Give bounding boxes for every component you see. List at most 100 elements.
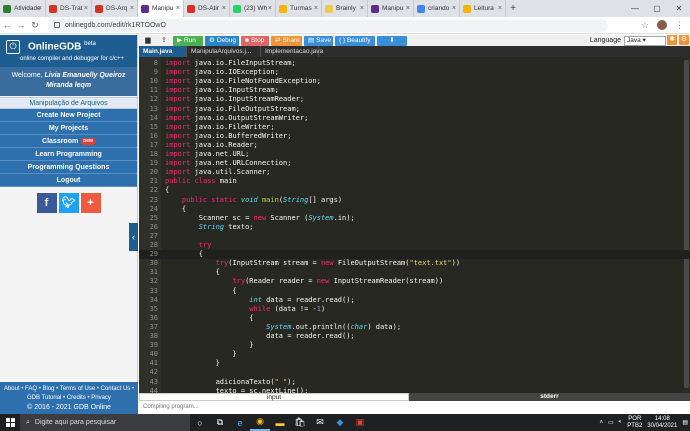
profile-avatar[interactable] <box>657 20 667 30</box>
plus-share-icon[interactable]: + <box>80 193 101 213</box>
close-tab-icon[interactable]: × <box>38 5 42 12</box>
forward-icon[interactable]: → <box>14 20 28 30</box>
reload-icon[interactable]: ↻ <box>28 20 42 31</box>
upload-file-icon[interactable]: ⇪ <box>157 36 171 45</box>
code-line: 8 import java.io.FileInputStream; <box>139 59 690 68</box>
code-text: } <box>165 350 237 359</box>
facebook-icon[interactable]: f <box>36 193 57 213</box>
twitter-icon[interactable]: 🐦︎ <box>58 193 79 213</box>
line-number: 8 <box>153 59 158 67</box>
programming-questions-link[interactable]: Programming Questions <box>0 161 137 174</box>
browser-tab[interactable]: DS-Atir × <box>184 0 230 17</box>
new-tab-button[interactable]: + <box>506 0 520 17</box>
stop-button[interactable]: ■ Stop <box>241 35 269 46</box>
new-file-icon[interactable]: ▆ <box>141 36 155 45</box>
close-tab-icon[interactable]: × <box>360 5 364 12</box>
clock[interactable]: 14:08 30/04/2021 <box>647 416 677 430</box>
network-icon[interactable]: ▭ <box>608 419 614 426</box>
cortana-icon[interactable]: ○ <box>190 414 210 431</box>
taskbar-search[interactable]: ⌕ Digite aqui para pesquisar <box>20 414 190 431</box>
close-tab-icon[interactable]: × <box>84 5 88 12</box>
browser-tab[interactable]: Brainly × <box>322 0 368 17</box>
code-text: { <box>165 268 220 277</box>
windows-taskbar: ⌕ Digite aqui para pesquisar ○ ⧉ e ◉ ▬ 🛍… <box>0 414 690 431</box>
browser-tab[interactable]: (23) Wh × <box>230 0 276 17</box>
store-icon[interactable]: 🛍︎ <box>290 414 310 431</box>
close-tab-icon[interactable]: × <box>268 5 272 12</box>
input-tab[interactable]: input <box>139 393 409 401</box>
logo[interactable]: ⏻ OnlineGDB beta online compiler and deb… <box>0 35 137 67</box>
code-line: 15 import java.io.FileWriter; <box>139 123 690 132</box>
settings-gear-icon[interactable]: ✱ <box>667 35 677 45</box>
keyboard-language[interactable]: POR PTB2 <box>627 416 642 430</box>
browser-tab[interactable]: Atividade × <box>0 0 46 17</box>
close-tab-icon[interactable]: × <box>452 5 456 12</box>
close-window-button[interactable]: ✕ <box>668 0 690 17</box>
task-view-icon[interactable]: ⧉ <box>210 414 230 431</box>
code-text: data = reader.read(); <box>165 332 355 340</box>
editor-toolbar: ▆ ⇪ ▶ Run ⚙ Debug ■ Stop ⇄ Share ▤ Save { } B… <box>139 35 690 46</box>
tray-chevron-icon[interactable]: ˄ <box>599 420 603 426</box>
my-projects-link[interactable]: My Projects <box>0 122 137 135</box>
browser-tab[interactable]: Manipu × <box>368 0 414 17</box>
tab-manipula-arquivos[interactable]: ManipulaArquivos.j... <box>187 46 261 57</box>
chrome-icon[interactable]: ◉ <box>250 414 270 431</box>
code-line: 9 import java.io.IOException; <box>139 68 690 77</box>
new-badge: new <box>81 137 95 145</box>
share-button[interactable]: ⇄ Share <box>271 35 302 46</box>
close-tab-icon[interactable]: × <box>498 5 502 12</box>
favicon-icon <box>233 4 241 13</box>
code-line: 19 import java.net.URLConnection; <box>139 159 690 168</box>
run-button[interactable]: ▶ Run <box>173 35 203 46</box>
browser-tab-label: Manipu <box>382 5 404 12</box>
tab-implementacao[interactable]: Implementacao.java <box>261 46 323 57</box>
close-tab-icon[interactable]: × <box>176 5 180 12</box>
browser-tab[interactable]: DS-Trat × <box>46 0 92 17</box>
dropbox-icon[interactable]: ◆ <box>330 414 350 431</box>
browser-tab[interactable]: criando × <box>414 0 460 17</box>
collapse-sidebar-icon[interactable]: ‹ <box>129 223 138 251</box>
language-select[interactable]: Java ▾ <box>624 35 666 46</box>
close-tab-icon[interactable]: × <box>406 5 410 12</box>
close-tab-icon[interactable]: × <box>130 5 134 12</box>
browser-tab[interactable]: Manipu × <box>138 0 184 17</box>
code-editor[interactable]: 8 import java.io.FileInputStream; 9 import … <box>139 57 690 393</box>
maximize-button[interactable]: ▢ <box>646 0 668 17</box>
close-tab-icon[interactable]: × <box>314 5 318 12</box>
logo-title: OnlineGDB beta <box>28 41 96 52</box>
lang-line1: POR <box>628 415 642 422</box>
classroom-link[interactable]: Classroom new <box>0 135 137 148</box>
debug-button[interactable]: ⚙ Debug <box>205 35 239 46</box>
download-button[interactable]: ⬇ <box>377 35 407 46</box>
back-icon[interactable]: ← <box>0 20 14 30</box>
mail-icon[interactable]: ✉ <box>310 414 330 431</box>
learn-programming-link[interactable]: Learn Programming <box>0 148 137 161</box>
volume-icon[interactable]: 🔈︎ <box>619 419 623 426</box>
options-gear-icon[interactable]: ⚙ <box>679 35 689 45</box>
language-value: Java <box>627 36 641 44</box>
tab-main-java[interactable]: Main.java <box>139 46 187 57</box>
footer-links-2[interactable]: GDB Tutorial • Credits • Privacy <box>0 394 138 403</box>
logout-link[interactable]: Logout <box>0 174 137 187</box>
notifications-icon[interactable]: ▤ <box>682 419 688 426</box>
save-button[interactable]: ▤ Save <box>304 35 333 46</box>
menu-dots-icon[interactable]: ⋮ <box>675 20 684 31</box>
edge-icon[interactable]: e <box>230 414 250 431</box>
browser-tab[interactable]: Leitura × <box>460 0 506 17</box>
minimize-button[interactable]: — <box>624 0 646 17</box>
url-field[interactable]: onlinegdb.com/edit/rk1RTOOwO <box>48 18 608 32</box>
footer-links[interactable]: About • FAQ • Blog • Terms of Use • Cont… <box>0 385 138 394</box>
stderr-tab[interactable]: stderr <box>409 393 690 401</box>
code-line: 43 adicionaTexto(" "); <box>139 378 690 387</box>
close-tab-icon[interactable]: × <box>222 5 226 12</box>
create-project-link[interactable]: Create New Project <box>0 109 137 122</box>
office-icon[interactable]: ▣ <box>350 414 370 431</box>
file-explorer-icon[interactable]: ▬ <box>270 414 290 431</box>
browser-tab[interactable]: DS-Arq × <box>92 0 138 17</box>
browser-tab[interactable]: Turmas × <box>276 0 322 17</box>
code-text: import java.io.FileInputStream; <box>165 59 296 67</box>
beautify-button[interactable]: { } Beautify <box>335 35 375 46</box>
bookmark-star-icon[interactable]: ☆ <box>641 20 649 31</box>
menu-label: Create New Project <box>36 111 101 119</box>
windows-start-icon[interactable] <box>0 414 20 431</box>
